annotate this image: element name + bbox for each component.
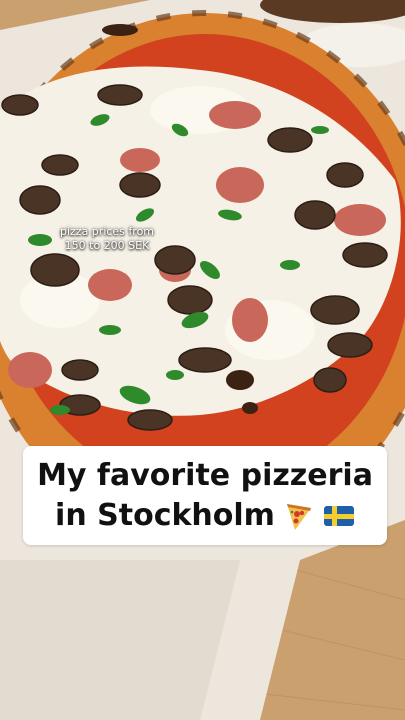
price-overlay-text: pizza prices from 150 to 200 SEK <box>48 225 166 253</box>
sweden-flag-icon <box>323 505 354 526</box>
caption-box: My favorite pizzeria in Stockholm <box>23 446 387 545</box>
caption-line-2: in Stockholm <box>55 497 275 533</box>
caption-line-1: My favorite pizzeria <box>37 457 373 493</box>
price-line-2: 150 to 200 SEK <box>64 239 150 252</box>
caption-line-2-wrapper: in Stockholm <box>55 496 355 536</box>
pizza-photo <box>0 0 405 720</box>
paper-shadow <box>0 560 240 720</box>
pizza-emoji-icon <box>286 503 311 530</box>
price-line-1: pizza prices from <box>59 225 155 238</box>
